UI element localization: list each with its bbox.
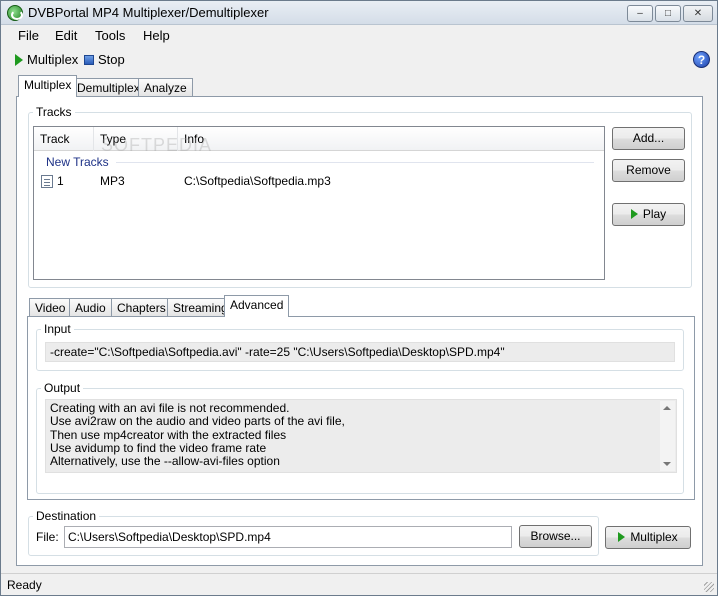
input-command-field[interactable]: -create="C:\Softpedia\Softpedia.avi" -ra… [45, 342, 675, 362]
status-bar: Ready [1, 573, 717, 595]
tab-advanced[interactable]: Advanced [224, 295, 290, 317]
toolbar-multiplex-label: Multiplex [27, 52, 79, 67]
toolbar-stop-label: Stop [98, 52, 125, 67]
group-divider [116, 162, 594, 163]
audio-file-icon [41, 175, 53, 188]
window-title: DVBPortal MP4 Multiplexer/Demultiplexer [28, 5, 269, 20]
play-icon [618, 532, 626, 542]
output-line: Use avidump to find the video frame rate [50, 440, 267, 455]
app-logo-icon [7, 5, 23, 21]
scroll-up-icon[interactable] [663, 406, 671, 410]
multiplex-button[interactable]: Multiplex [605, 526, 691, 549]
menu-help[interactable]: Help [143, 28, 170, 43]
remove-track-button[interactable]: Remove [612, 159, 685, 182]
column-header-info[interactable]: Info [178, 127, 604, 151]
destination-file-input[interactable]: C:\Users\Softpedia\Desktop\SPD.mp4 [64, 526, 512, 548]
track-number: 1 [57, 174, 64, 188]
tracks-list[interactable]: Track Type Info SOFTPEDIA New Tracks 1 M… [33, 126, 605, 280]
close-button[interactable]: ✕ [683, 5, 713, 22]
menu-bar: File Edit Tools Help [1, 25, 717, 47]
toolbar-stop-button[interactable]: Stop [84, 52, 125, 67]
output-line: Creating with an avi file is not recomme… [50, 401, 290, 415]
menu-file[interactable]: File [18, 28, 39, 43]
output-line: Then use mp4creator with the extracted f… [50, 427, 287, 442]
tab-demultiplex[interactable]: Demultiplex [71, 78, 146, 97]
output-line: Use avi2raw on the audio and video parts… [50, 414, 345, 429]
toolbar: Multiplex Stop [1, 49, 717, 71]
group-header-new-tracks[interactable]: New Tracks [46, 155, 109, 169]
add-track-button[interactable]: Add... [612, 127, 685, 150]
minimize-button[interactable]: – [627, 5, 653, 22]
track-type: MP3 [100, 174, 125, 188]
tab-audio[interactable]: Audio [69, 298, 112, 317]
scroll-down-icon[interactable] [663, 462, 671, 466]
resize-grip-icon[interactable] [704, 582, 714, 592]
maximize-button[interactable]: □ [655, 5, 681, 22]
app-window: DVBPortal MP4 Multiplexer/Demultiplexer … [0, 0, 718, 596]
output-log[interactable]: Creating with an avi file is not recomme… [45, 399, 677, 473]
toolbar-multiplex-button[interactable]: Multiplex [15, 52, 78, 67]
tab-chapters[interactable]: Chapters [111, 298, 172, 317]
play-icon [630, 209, 638, 219]
input-group-label: Input [44, 322, 71, 336]
stop-icon [84, 54, 94, 65]
tracks-group-label: Tracks [36, 105, 72, 119]
help-icon[interactable]: ? [693, 51, 710, 68]
output-scrollbar[interactable] [660, 401, 675, 471]
tab-multiplex[interactable]: Multiplex [18, 75, 78, 97]
browse-button[interactable]: Browse... [519, 525, 592, 548]
file-label: File: [36, 530, 59, 544]
tracks-list-header: Track Type Info SOFTPEDIA [34, 127, 604, 155]
output-group-label: Output [44, 381, 81, 395]
play-track-button[interactable]: Play [612, 203, 685, 226]
status-text: Ready [7, 578, 42, 592]
multiplex-button-label: Multiplex [630, 530, 678, 544]
column-header-track[interactable]: Track [34, 127, 94, 151]
menu-edit[interactable]: Edit [55, 28, 77, 43]
title-bar[interactable]: DVBPortal MP4 Multiplexer/Demultiplexer … [1, 1, 717, 25]
column-header-type[interactable]: Type [94, 127, 178, 151]
output-line: Alternatively, use the --allow-avi-files… [50, 454, 280, 469]
tab-analyze[interactable]: Analyze [138, 78, 193, 97]
menu-tools[interactable]: Tools [95, 28, 125, 43]
track-info: C:\Softpedia\Softpedia.mp3 [184, 174, 331, 188]
play-icon [15, 53, 23, 66]
destination-group-label: Destination [36, 509, 97, 523]
tab-video[interactable]: Video [29, 298, 72, 317]
table-row[interactable]: 1 MP3 C:\Softpedia\Softpedia.mp3 [34, 173, 604, 191]
play-button-label: Play [642, 207, 667, 221]
